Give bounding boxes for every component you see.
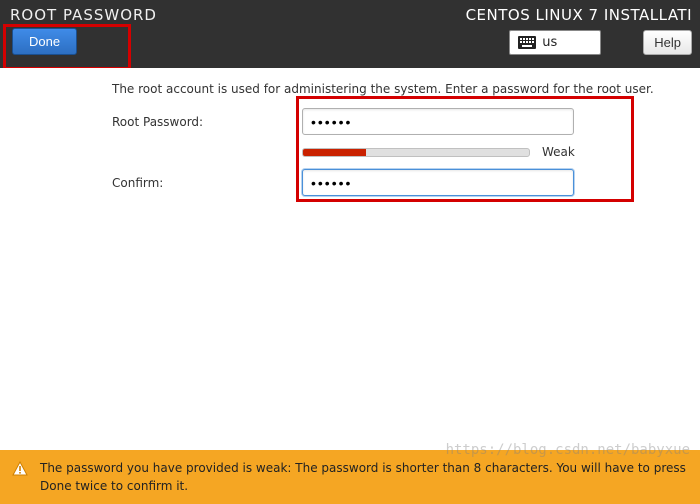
keyboard-layout-label: us	[542, 35, 557, 50]
strength-meter	[302, 148, 530, 157]
header-bar: ROOT PASSWORD Done CENTOS LINUX 7 INSTAL…	[0, 0, 700, 68]
strength-label: Weak	[542, 145, 575, 159]
confirm-password-input[interactable]	[302, 169, 574, 196]
whitespace	[0, 226, 700, 450]
description-text: The root account is used for administeri…	[112, 82, 680, 96]
warning-text: The password you have provided is weak: …	[40, 459, 688, 495]
warning-icon	[12, 461, 28, 477]
warning-bar: The password you have provided is weak: …	[0, 450, 700, 504]
confirm-row: Confirm:	[112, 169, 680, 196]
keyboard-icon	[518, 36, 536, 49]
done-button[interactable]: Done	[12, 28, 77, 55]
header-right: CENTOS LINUX 7 INSTALLATI	[466, 0, 700, 68]
install-title: CENTOS LINUX 7 INSTALLATI	[466, 6, 692, 24]
main-area: The root account is used for administeri…	[0, 68, 700, 504]
root-password-row: Root Password:	[112, 108, 680, 135]
strength-row: Weak	[302, 145, 680, 159]
strength-fill	[303, 149, 366, 156]
content-area: The root account is used for administeri…	[0, 68, 700, 226]
keyboard-layout-selector[interactable]: us	[509, 30, 601, 55]
header-buttons: us Help	[509, 30, 692, 55]
page-title: ROOT PASSWORD	[10, 6, 157, 24]
root-password-label: Root Password:	[112, 115, 302, 129]
header-left: ROOT PASSWORD Done	[0, 0, 157, 68]
confirm-label: Confirm:	[112, 176, 302, 190]
help-button[interactable]: Help	[643, 30, 692, 55]
root-password-input[interactable]	[302, 108, 574, 135]
